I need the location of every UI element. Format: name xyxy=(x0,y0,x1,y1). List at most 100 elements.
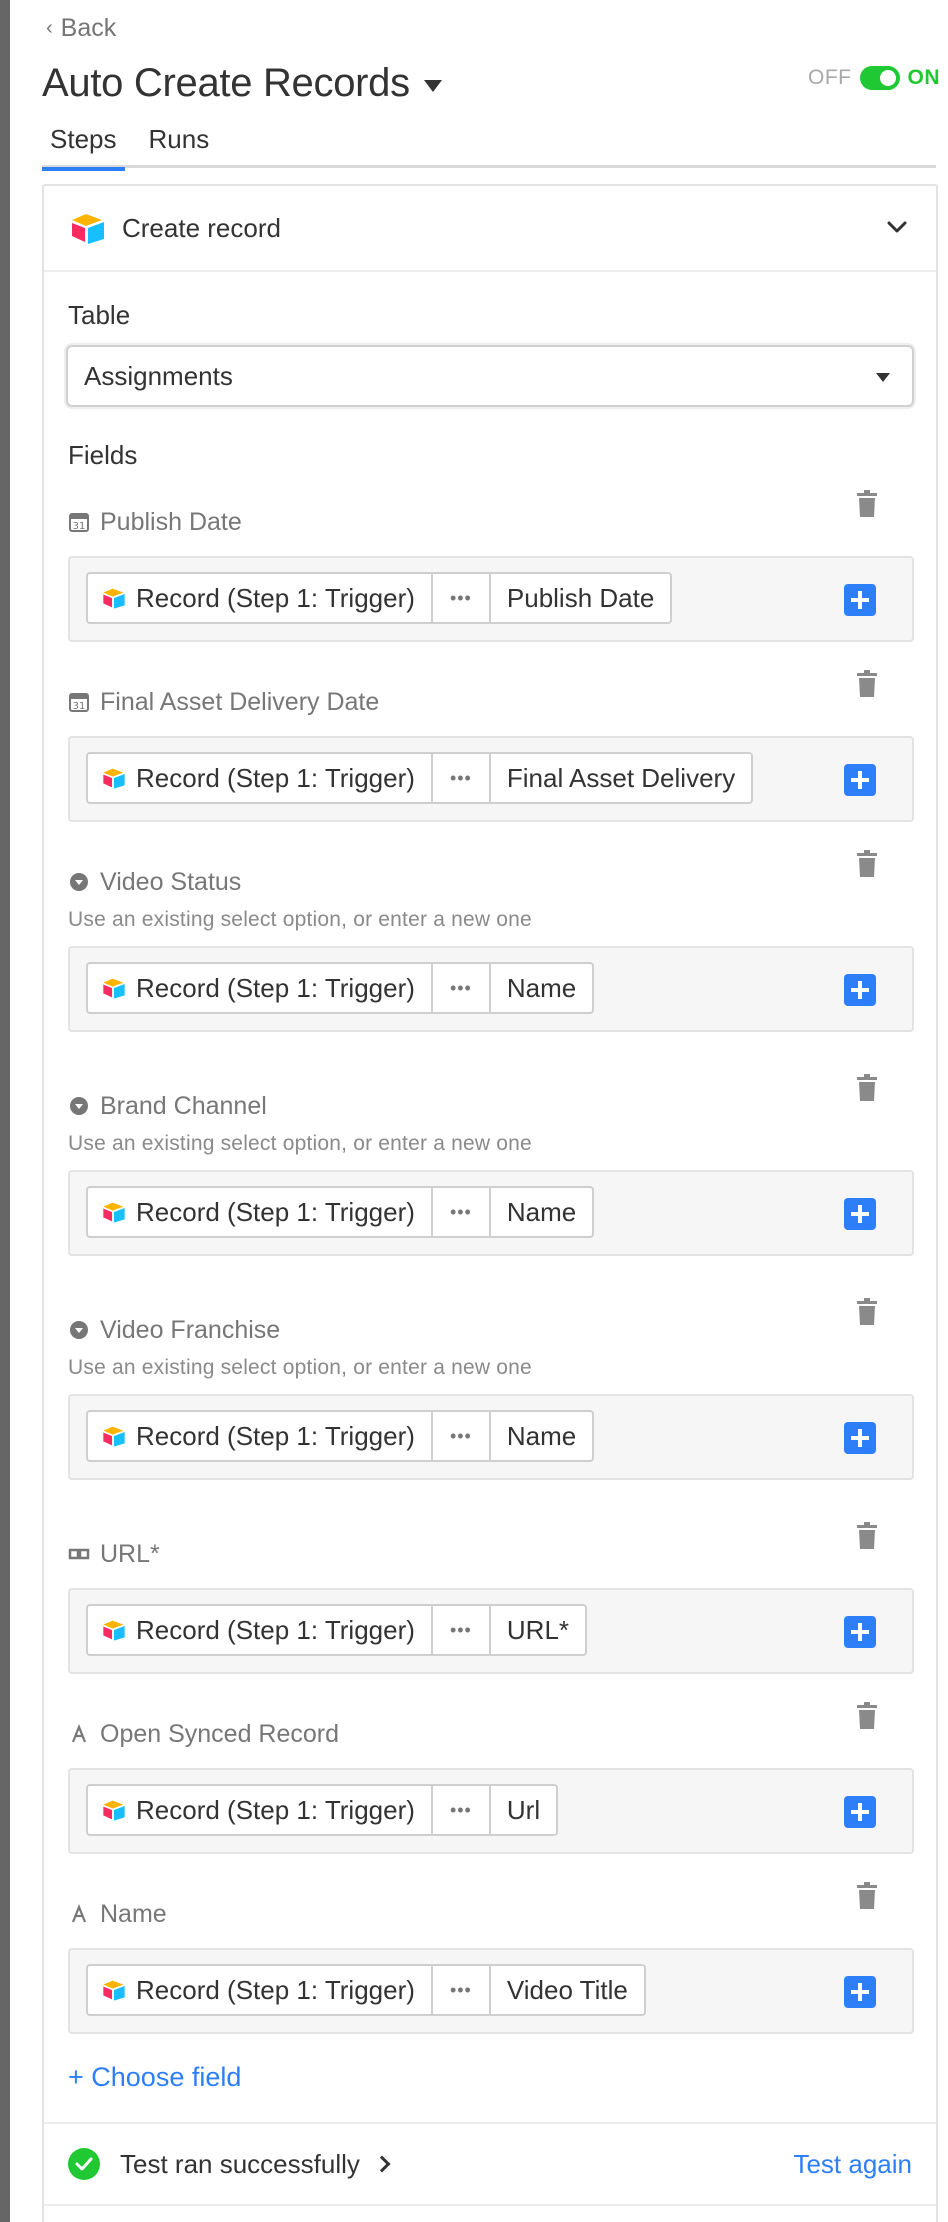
field-name-record: Name Record (Step 1: Trigger) ••• Video … xyxy=(68,1882,914,2034)
tab-steps[interactable]: Steps xyxy=(42,118,125,171)
ellipsis-icon[interactable]: ••• xyxy=(433,1966,491,2014)
text-icon xyxy=(68,1903,90,1925)
trash-icon[interactable] xyxy=(856,670,878,698)
field-token[interactable]: Record (Step 1: Trigger) ••• Video Title xyxy=(86,1964,646,2016)
back-button[interactable]: ‹ Back xyxy=(46,14,116,43)
add-token-button[interactable] xyxy=(844,1198,876,1230)
field-name: URL* xyxy=(100,1539,160,1568)
field-token[interactable]: Record (Step 1: Trigger) ••• Publish Dat… xyxy=(86,572,673,624)
airtable-logo-icon xyxy=(103,1620,125,1641)
field-token-row[interactable]: Record (Step 1: Trigger) ••• Name xyxy=(68,1170,914,1256)
token-value[interactable]: Name xyxy=(491,1412,592,1460)
add-token-button[interactable] xyxy=(844,1976,876,2008)
step-header[interactable]: Create record xyxy=(44,186,936,272)
token-value[interactable]: Name xyxy=(491,1188,592,1236)
svg-text:31: 31 xyxy=(73,521,86,532)
field-token[interactable]: Record (Step 1: Trigger) ••• Name xyxy=(86,1186,595,1238)
add-token-button[interactable] xyxy=(844,1796,876,1828)
field-hint: Use an existing select option, or enter … xyxy=(68,1356,532,1379)
field-token[interactable]: Record (Step 1: Trigger) ••• Final Asset… xyxy=(86,752,754,804)
token-value[interactable]: Video Title xyxy=(491,1966,644,2014)
title-dropdown-icon[interactable] xyxy=(423,80,442,92)
window-edge xyxy=(0,0,10,2222)
ellipsis-icon[interactable]: ••• xyxy=(433,1412,491,1460)
token-source-label: Record (Step 1: Trigger) xyxy=(136,1614,415,1645)
select-icon xyxy=(68,871,90,893)
token-source[interactable]: Record (Step 1: Trigger) xyxy=(88,1606,433,1654)
token-source[interactable]: Record (Step 1: Trigger) xyxy=(88,754,433,802)
trash-icon[interactable] xyxy=(856,490,878,518)
toggle-off-label: OFF xyxy=(808,66,852,89)
token-value[interactable]: Url xyxy=(491,1786,556,1834)
field-token-row[interactable]: Record (Step 1: Trigger) ••• URL* xyxy=(68,1588,914,1674)
field-video-status: Video Status Use an existing select opti… xyxy=(68,850,914,1032)
field-token-row[interactable]: Record (Step 1: Trigger) ••• Name xyxy=(68,946,914,1032)
token-source[interactable]: Record (Step 1: Trigger) xyxy=(88,1786,433,1834)
step-title: Create record xyxy=(122,212,281,243)
automation-toggle[interactable]: OFF ON xyxy=(808,66,940,90)
token-source-label: Record (Step 1: Trigger) xyxy=(136,1974,415,2005)
token-value[interactable]: URL* xyxy=(491,1606,585,1654)
field-url: URL* Record (Step 1: Trigger) ••• URL* xyxy=(68,1522,914,1674)
trash-icon[interactable] xyxy=(856,1298,878,1326)
field-token-row[interactable]: Record (Step 1: Trigger) ••• Url xyxy=(68,1768,914,1854)
token-source[interactable]: Record (Step 1: Trigger) xyxy=(88,1966,433,2014)
token-value[interactable]: Name xyxy=(491,964,592,1012)
toggle-switch[interactable] xyxy=(859,66,900,90)
field-final-asset-delivery-date: 31 Final Asset Delivery Date Record (Ste… xyxy=(68,670,914,822)
add-token-button[interactable] xyxy=(844,764,876,796)
trash-icon[interactable] xyxy=(856,1074,878,1102)
ellipsis-icon[interactable]: ••• xyxy=(433,1786,491,1834)
field-header: 31 Publish Date xyxy=(68,490,914,542)
field-token-row[interactable]: Record (Step 1: Trigger) ••• Video Title xyxy=(68,1948,914,2034)
token-source-label: Record (Step 1: Trigger) xyxy=(136,1420,415,1451)
chevron-left-icon: ‹ xyxy=(46,17,53,39)
token-source-label: Record (Step 1: Trigger) xyxy=(136,972,415,1003)
chevron-right-icon[interactable] xyxy=(373,2155,391,2173)
tab-runs[interactable]: Runs xyxy=(141,118,218,168)
field-token-row[interactable]: Record (Step 1: Trigger) ••• Name xyxy=(68,1394,914,1480)
choose-field-button[interactable]: + Choose field xyxy=(68,2062,241,2093)
token-value[interactable]: Final Asset Delivery xyxy=(491,754,751,802)
trash-icon[interactable] xyxy=(856,1882,878,1910)
toggle-on-label: ON xyxy=(907,66,940,89)
ellipsis-icon[interactable]: ••• xyxy=(433,964,491,1012)
token-value[interactable]: Publish Date xyxy=(491,574,670,622)
field-open-synced-record: Open Synced Record Record (Step 1: Trigg… xyxy=(68,1702,914,1854)
airtable-logo-icon xyxy=(103,1800,125,1821)
test-status-text[interactable]: Test ran successfully xyxy=(120,2149,360,2180)
field-token-row[interactable]: Record (Step 1: Trigger) ••• Publish Dat… xyxy=(68,556,914,642)
field-token[interactable]: Record (Step 1: Trigger) ••• Name xyxy=(86,1410,595,1462)
trash-icon[interactable] xyxy=(856,1522,878,1550)
field-token[interactable]: Record (Step 1: Trigger) ••• URL* xyxy=(86,1604,588,1656)
token-source[interactable]: Record (Step 1: Trigger) xyxy=(88,964,433,1012)
add-token-button[interactable] xyxy=(844,1422,876,1454)
add-token-button[interactable] xyxy=(844,584,876,616)
calendar-icon: 31 xyxy=(68,511,90,533)
token-source[interactable]: Record (Step 1: Trigger) xyxy=(88,1188,433,1236)
ellipsis-icon[interactable]: ••• xyxy=(433,1606,491,1654)
field-token-row[interactable]: Record (Step 1: Trigger) ••• Final Asset… xyxy=(68,736,914,822)
table-select[interactable]: Assignments xyxy=(66,345,914,407)
field-token[interactable]: Record (Step 1: Trigger) ••• Name xyxy=(86,962,595,1014)
add-token-button[interactable] xyxy=(844,974,876,1006)
chevron-down-icon[interactable] xyxy=(886,216,908,238)
ellipsis-icon[interactable]: ••• xyxy=(433,574,491,622)
automation-title[interactable]: Auto Create Records xyxy=(42,61,410,106)
ellipsis-icon[interactable]: ••• xyxy=(433,754,491,802)
field-token[interactable]: Record (Step 1: Trigger) ••• Url xyxy=(86,1784,559,1836)
test-again-button[interactable]: Test again xyxy=(793,2149,912,2180)
ellipsis-icon[interactable]: ••• xyxy=(433,1188,491,1236)
trash-icon[interactable] xyxy=(856,1702,878,1730)
token-source[interactable]: Record (Step 1: Trigger) xyxy=(88,1412,433,1460)
token-source[interactable]: Record (Step 1: Trigger) xyxy=(88,574,433,622)
trash-icon[interactable] xyxy=(856,850,878,878)
field-name: Brand Channel xyxy=(100,1091,267,1120)
field-header: Video Status xyxy=(68,850,914,902)
airtable-logo-icon xyxy=(103,1980,125,2001)
add-token-button[interactable] xyxy=(844,1616,876,1648)
table-label: Table xyxy=(68,300,131,330)
field-name: Video Franchise xyxy=(100,1315,281,1344)
toggle-knob xyxy=(879,70,896,86)
field-name: Name xyxy=(100,1899,167,1928)
